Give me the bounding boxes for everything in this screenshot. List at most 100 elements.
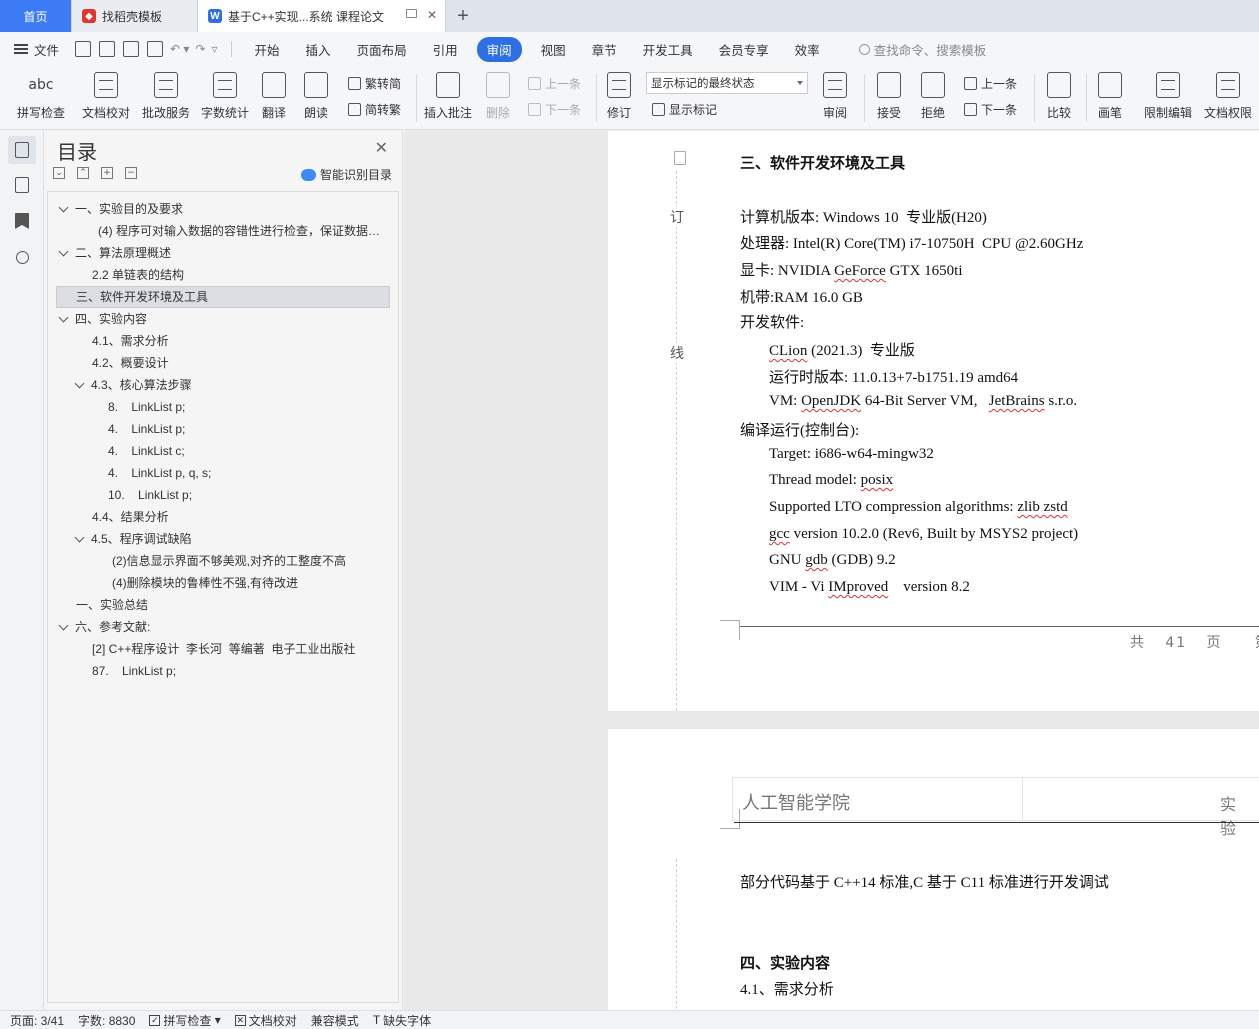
promote-icon[interactable]: + <box>101 167 113 179</box>
new-tab-button[interactable]: + <box>446 0 480 32</box>
delete-comment-button[interactable]: 删除 <box>480 66 516 121</box>
export-pdf-icon[interactable] <box>99 41 116 57</box>
toc-item[interactable]: (4) 程序可对输入数据的容错性进行检查，保证数据的有效性 <box>98 220 382 242</box>
toc-item[interactable]: 8. LinkList p; <box>108 396 185 418</box>
markup-display-select[interactable]: 显示标记的最终状态 <box>646 72 808 94</box>
tab-docer-templates[interactable]: ◆ 找稻壳模板 <box>72 0 198 32</box>
toc-item[interactable]: 4.3、核心算法步骤 <box>74 374 192 396</box>
toc-item[interactable]: 六、参考文献: <box>58 616 150 638</box>
toc-item-selected[interactable]: 三、软件开发环境及工具 <box>56 286 390 308</box>
show-markup-button[interactable]: 显示标记 <box>652 101 717 118</box>
redo-icon[interactable]: ↷ <box>195 42 205 56</box>
menu-view[interactable]: 视图 <box>541 40 566 59</box>
read-aloud-button[interactable]: 朗读 <box>300 66 332 121</box>
toc-item[interactable]: 4.4、结果分析 <box>92 506 169 528</box>
revise-button[interactable]: 修订 <box>602 66 636 121</box>
doc-permission-icon <box>1216 72 1240 98</box>
menu-home[interactable]: 开始 <box>255 40 280 59</box>
reject-button[interactable]: 拒绝 <box>914 66 952 121</box>
spell-check-toggle[interactable]: ✓ 拼写检查 ▾ <box>149 1012 221 1029</box>
toc-item[interactable]: 一、实验目的及要求 <box>58 198 183 220</box>
revise-service-button[interactable]: 批改服务 <box>138 66 194 121</box>
document-page[interactable]: 人工智能学院 实 验 部分代码基于 C++14 标准,C 基于 C11 标准进行… <box>608 729 1259 1010</box>
restrict-edit-button[interactable]: 限制编辑 <box>1140 66 1196 121</box>
menu-efficiency[interactable]: 效率 <box>795 40 820 59</box>
toc-item[interactable]: 87. LinkList p; <box>92 660 176 682</box>
chevron-down-icon[interactable] <box>58 246 69 256</box>
print-preview-icon[interactable] <box>147 41 164 57</box>
toc-item[interactable]: 2.2 单链表的结构 <box>92 264 184 286</box>
tab-close-icon[interactable]: ✕ <box>427 8 437 22</box>
doc-proof-button[interactable]: 文档校对 <box>78 66 134 121</box>
chevron-down-icon[interactable] <box>74 378 85 388</box>
simp-to-trad-button[interactable]: 简转繁 <box>348 101 401 118</box>
menu-page-layout[interactable]: 页面布局 <box>357 40 407 59</box>
translate-button[interactable]: 翻译 <box>256 66 292 121</box>
toc-item[interactable]: 4. LinkList c; <box>108 440 185 462</box>
chevron-down-icon[interactable] <box>58 202 69 212</box>
tab-current-document[interactable]: W 基于C++实现...系统 课程论文 ✕ <box>198 0 446 32</box>
chevron-down-icon[interactable] <box>58 312 69 322</box>
navigation-strip <box>0 131 44 1010</box>
file-menu[interactable]: 文件 <box>14 40 59 59</box>
menu-section[interactable]: 章节 <box>592 40 617 59</box>
toc-item[interactable]: 四、实验内容 <box>58 308 147 330</box>
tab-window-icon[interactable] <box>406 9 417 18</box>
paragraph-handle-icon[interactable] <box>674 151 686 165</box>
command-search[interactable]: 查找命令、搜索模板 <box>858 40 986 59</box>
word-count-button[interactable]: 字数统计 <box>198 66 252 121</box>
toc-item[interactable]: 4.5、程序调试缺陷 <box>74 528 192 550</box>
toc-item[interactable]: 一、实验总结 <box>76 594 148 616</box>
tab-home[interactable]: 首页 <box>0 0 72 32</box>
save-icon[interactable] <box>75 41 92 57</box>
missing-font-button[interactable]: T 缺失字体 <box>373 1012 431 1029</box>
toc-item[interactable]: (2)信息显示界面不够美观,对齐的工整度不高 <box>112 550 346 572</box>
bookmark-nav-button[interactable] <box>8 207 36 235</box>
smart-toc-button[interactable]: 智能识别目录 <box>300 166 392 183</box>
toc-item[interactable]: 4.1、需求分析 <box>92 330 169 352</box>
menu-review[interactable]: 审阅 <box>476 36 522 62</box>
menu-insert[interactable]: 插入 <box>306 40 331 59</box>
collapse-all-icon[interactable]: ⌃ <box>77 167 89 179</box>
find-nav-button[interactable] <box>8 243 36 271</box>
accept-button[interactable]: 接受 <box>870 66 908 121</box>
compare-button[interactable]: 比较 <box>1040 66 1078 121</box>
trad-to-simp-button[interactable]: 繁转简 <box>348 75 401 92</box>
document-page[interactable]: 订 线 三、软件开发环境及工具 计算机版本: Windows 10 专业版(H2… <box>608 131 1259 711</box>
toc-item[interactable]: 10. LinkList p; <box>108 484 192 506</box>
chevron-down-icon[interactable] <box>58 620 69 630</box>
insert-comment-button[interactable]: 插入批注 <box>422 66 474 121</box>
toc-item[interactable]: 4. LinkList p; <box>108 418 185 440</box>
toc-item[interactable]: [2] C++程序设计 李长河 等编著 电子工业出版社 <box>92 638 355 660</box>
doc-proof-status[interactable]: ✕ 文档校对 <box>234 1012 297 1029</box>
toc-nav-button[interactable] <box>8 136 36 164</box>
review-pane-button[interactable]: 审阅 <box>816 66 854 121</box>
prev-comment-button[interactable]: 上一条 <box>528 75 581 92</box>
close-icon[interactable]: ✕ <box>375 138 388 158</box>
toc-item[interactable]: 4.2、概要设计 <box>92 352 169 374</box>
doc-permission-button[interactable]: 文档权限 <box>1200 66 1256 121</box>
chevron-down-icon[interactable] <box>74 532 85 542</box>
page-indicator[interactable]: 页面: 3/41 <box>10 1012 64 1029</box>
toc-item-label: 4.5、程序调试缺陷 <box>91 532 192 546</box>
doc-line: 显卡: NVIDIA GeForce GTX 1650ti <box>740 263 963 279</box>
next-change-button[interactable]: 下一条 <box>964 101 1017 118</box>
menu-developer[interactable]: 开发工具 <box>643 40 693 59</box>
word-count[interactable]: 字数: 8830 <box>78 1012 135 1029</box>
expand-all-icon[interactable]: ⌄ <box>53 167 65 179</box>
menu-references[interactable]: 引用 <box>433 40 458 59</box>
customize-quick-access-icon[interactable]: ▿ <box>212 42 218 56</box>
demote-icon[interactable]: − <box>125 167 137 179</box>
next-comment-button[interactable]: 下一条 <box>528 101 581 118</box>
prev-change-button[interactable]: 上一条 <box>964 75 1017 92</box>
doc-line: GNU gdb (GDB) 9.2 <box>769 552 896 568</box>
menu-member[interactable]: 会员专享 <box>719 40 769 59</box>
pen-button[interactable]: 画笔 <box>1092 66 1128 121</box>
spell-check-button[interactable]: abc 拼写检查 <box>10 66 72 121</box>
toc-item[interactable]: (4)删除模块的鲁棒性不强,有待改进 <box>112 572 298 594</box>
print-icon[interactable] <box>123 41 140 57</box>
toc-item[interactable]: 二、算法原理概述 <box>58 242 171 264</box>
toc-item[interactable]: 4. LinkList p, q, s; <box>108 462 211 484</box>
section-nav-button[interactable] <box>8 171 36 199</box>
undo-icon[interactable]: ↶ ▾ <box>170 42 189 56</box>
